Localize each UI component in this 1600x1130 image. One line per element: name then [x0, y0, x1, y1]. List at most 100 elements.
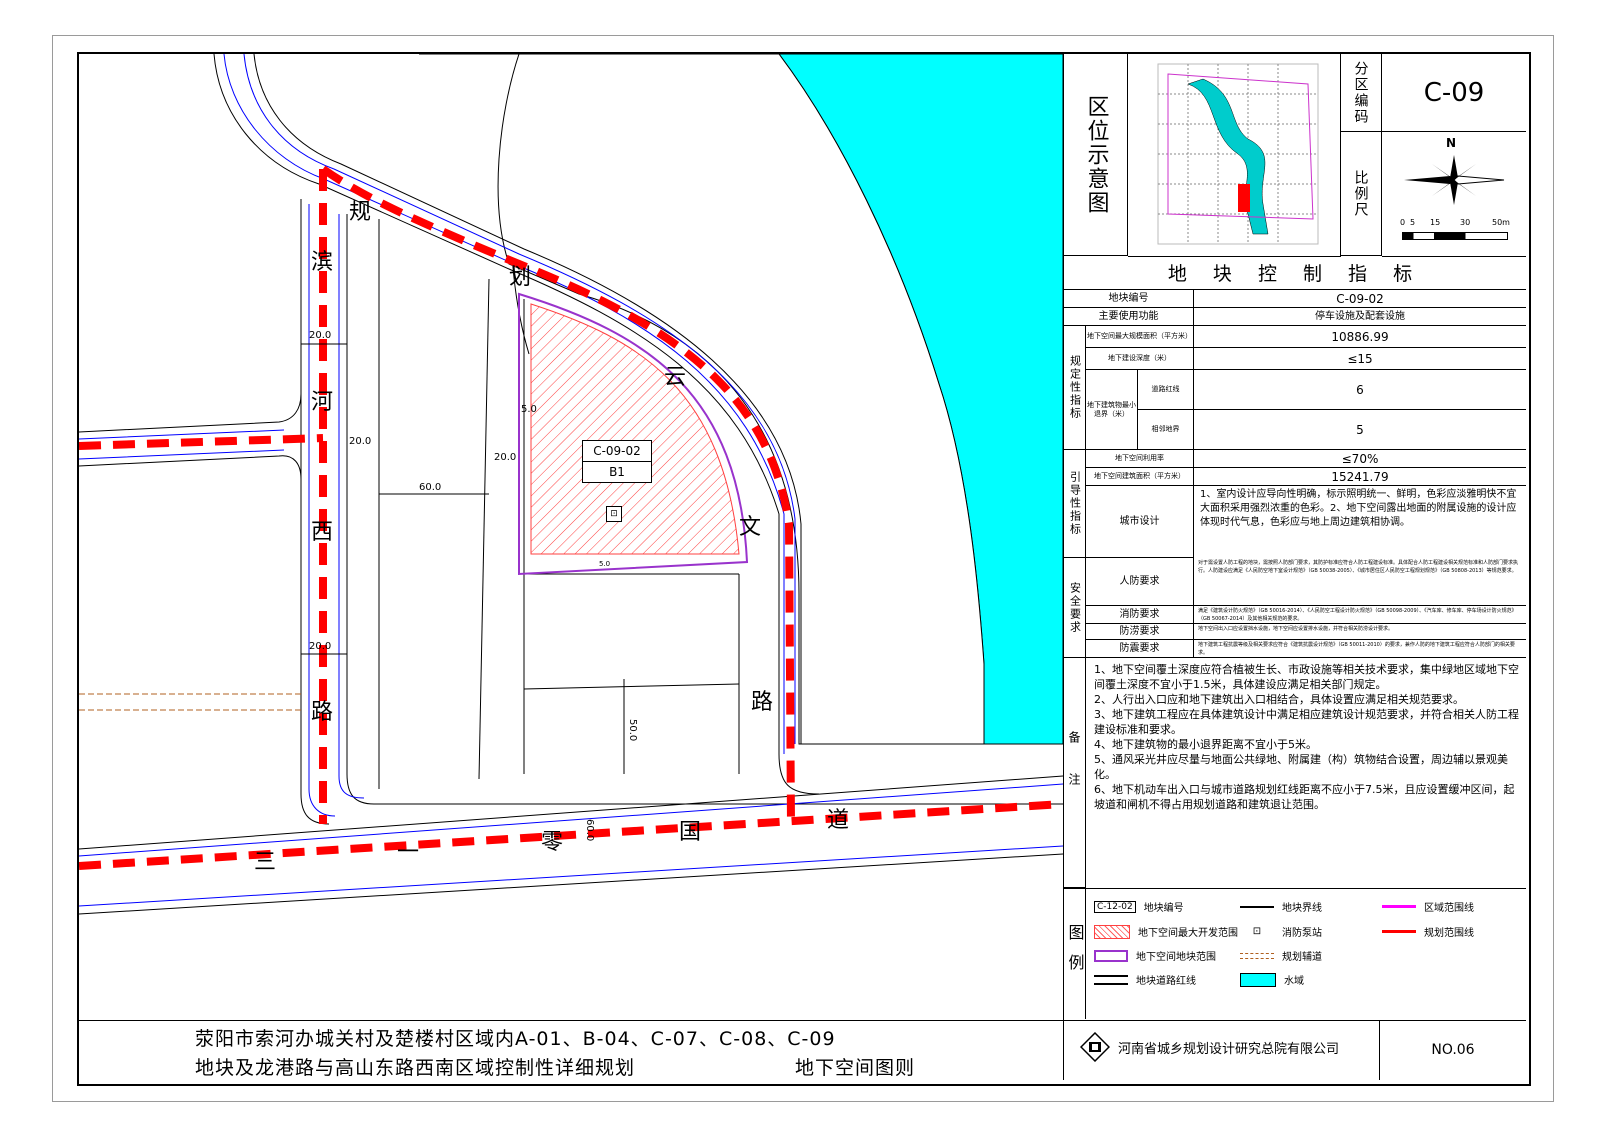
road-char-gui: 规 [349, 200, 372, 225]
legend-fire-station: ⊡ 消防泵站 [1240, 924, 1322, 939]
parcel-no-label: 地块编号 [1064, 290, 1194, 308]
notes-label: 备注 [1064, 658, 1086, 888]
dim-60-b: 60.0 [584, 819, 595, 842]
legend-plan-line-icon [1382, 930, 1416, 933]
parcel-no-value: C-09-02 [1194, 290, 1526, 308]
parcel-line-b [478, 278, 490, 780]
legend-parcel-boundary-icon [1094, 949, 1128, 962]
road-char-ling: 零 [541, 830, 564, 855]
road-char-he: 河 [311, 390, 334, 415]
road-char-hua: 划 [509, 265, 532, 290]
scale-tick-15: 15 [1430, 218, 1441, 227]
road-char-lu-west: 路 [311, 700, 334, 725]
west-horizontal-edge-top [79, 393, 302, 433]
legend-max-dev-text: 地下空间最大开发范围 [1138, 928, 1238, 939]
legend-parcel-line: 地块界线 [1240, 899, 1322, 914]
footer-title-line2b: 地下空间图则 [795, 1057, 916, 1079]
zone-code: C-09 [1382, 54, 1526, 132]
legend-plan-line-text: 规划范围线 [1424, 928, 1474, 939]
road-line-label: 道路红线 [1138, 370, 1194, 410]
map-footer-divider [79, 1020, 1063, 1021]
legend-water: 水域 [1240, 972, 1304, 987]
dim-20-mid: 20.0 [349, 436, 372, 447]
south-road-blue-top [79, 783, 1063, 857]
legend-road-red-text: 地块道路红线 [1136, 976, 1196, 987]
legend-planned-road: 规划辅道 [1240, 948, 1322, 963]
gfa-value: 15241.79 [1194, 468, 1526, 486]
legend-zone-line-icon [1382, 905, 1416, 908]
fire-hydrant-icon: ⊡ [606, 506, 622, 522]
scale-tick-30: 30 [1460, 218, 1471, 227]
scale-tick-0: 0 [1400, 218, 1406, 227]
legend-water-text: 水域 [1284, 976, 1304, 987]
legend-zone-line-text: 区域范围线 [1424, 903, 1474, 914]
quake-rule [1194, 657, 1526, 658]
flood-label: 防涝要求 [1086, 624, 1194, 640]
legend-parcel-line-text: 地块界线 [1282, 903, 1322, 914]
group-guide: 引导性指标 [1064, 450, 1086, 558]
gfa-label: 地下空间建筑面积（平方米） [1086, 468, 1194, 486]
legend-planned-road-icon [1240, 952, 1274, 959]
road-char-bin: 滨 [311, 250, 334, 275]
road-char-guo: 国 [679, 820, 702, 845]
urban-design-label: 城市设计 [1086, 486, 1194, 558]
area-label: 地下空间最大规模面积（平方米） [1086, 326, 1194, 348]
fire-rule [1194, 623, 1526, 624]
legend-planned-road-text: 规划辅道 [1282, 952, 1322, 963]
urban-design-text: 1、室内设计应导向性明确，标示照明统一、鲜明，色彩应淡雅明快不宜大面积采用强烈浓… [1200, 489, 1517, 528]
group-regulatory: 规定性指标 [1064, 326, 1086, 450]
scale-tick-5: 5 [1410, 218, 1416, 227]
footer-title-line1: 荥阳市索河办城关村及楚楼村区域内A-01、B-04、C-07、C-08、C-09 [195, 1028, 836, 1050]
dim-60-a: 60.0 [419, 482, 442, 493]
road-char-lu-east: 路 [751, 690, 774, 715]
quake-text: 地下建筑工程抗震等级及相关要求应符合《建筑抗震设计规范》（GB 50011-20… [1198, 642, 1515, 656]
note-3: 3、地下建筑工程应在具体建筑设计中满足相应建筑设计规范要求，并符合相关人防工程建… [1094, 708, 1519, 736]
dim-20-b: 20.0 [494, 452, 517, 463]
parcel-tag[interactable]: C-09-02 B1 [582, 440, 652, 483]
fire-label: 消防要求 [1086, 606, 1194, 624]
legend-hatch-icon [1094, 924, 1130, 939]
road-char-xi: 西 [311, 520, 334, 545]
legend-parcel-no-text: 地块编号 [1143, 903, 1184, 914]
info-panel: 区位示意图 分区编码 C-09 比例尺 N 0 5 15 30 50m 地 块 … [1064, 54, 1526, 1080]
note-6: 6、地下机动车出入口与城市道路规划红线距离不应小于7.5米，且应设置缓冲区间，起… [1094, 783, 1515, 811]
dim-5-small: 5.0 [599, 560, 611, 568]
legend-label: 图例 [1064, 889, 1086, 1019]
zone-code-label: 分区编码 [1340, 54, 1382, 132]
notes-bottom-rule [1064, 888, 1526, 889]
map-svg [79, 54, 1063, 915]
setback-label: 地下建筑物最小退界（米） [1086, 370, 1138, 450]
legend-plan-line: 规划范围线 [1382, 924, 1474, 939]
scale-label: 比例尺 [1340, 132, 1382, 256]
north-scale-block: N 0 5 15 30 50m [1382, 132, 1526, 257]
parcel-line-d [523, 683, 740, 690]
parcel-tag-id: C-09-02 [583, 441, 651, 462]
footer-title-line2: 地块及龙港路与高山东路西南区域控制性详细规划 [195, 1057, 636, 1079]
fire-text: 满足《建筑设计防火规范》（GB 50016-2014）、《人民防空工程设计防火规… [1198, 608, 1517, 622]
ratio-value: ≤70% [1194, 450, 1526, 468]
north-letter: N [1446, 136, 1457, 150]
flood-text: 地下空间出入口应设置挡水设施，地下空间应设置排水设施，并符合相关防涝设计要求。 [1198, 626, 1394, 632]
north-arrow-icon [1404, 155, 1505, 205]
scale-tick-50m: 50m [1492, 218, 1510, 227]
planning-boundary-south [79, 800, 1063, 870]
planning-boundary-west-horizontal [79, 434, 324, 450]
parcel-tag-code: B1 [609, 465, 625, 479]
west-road-blue-r [338, 214, 365, 799]
quake-label: 防震要求 [1086, 640, 1194, 658]
road-char-yun: 云 [664, 365, 687, 390]
legend-underground-parcel-text: 地下空间地块范围 [1136, 952, 1216, 963]
civil-defense-label: 人防要求 [1086, 558, 1194, 606]
ratio-label: 地下空间利用率 [1086, 450, 1194, 468]
dim-20-top: 20.0 [309, 330, 332, 341]
legend-road-red: 地块道路红线 [1094, 972, 1196, 987]
legend-parcel-line-icon [1240, 905, 1274, 908]
flood-rule [1194, 639, 1526, 640]
civil-defense-rule [1194, 605, 1526, 606]
legend-fire-station-icon: ⊡ [1252, 926, 1262, 937]
depth-label: 地下建设深度（米） [1086, 348, 1194, 370]
road-char-yi: 一 [397, 840, 420, 865]
south-road-edge-bottom [79, 853, 1063, 915]
road-char-wen: 文 [739, 515, 762, 540]
road-char-san: 三 [254, 850, 277, 875]
